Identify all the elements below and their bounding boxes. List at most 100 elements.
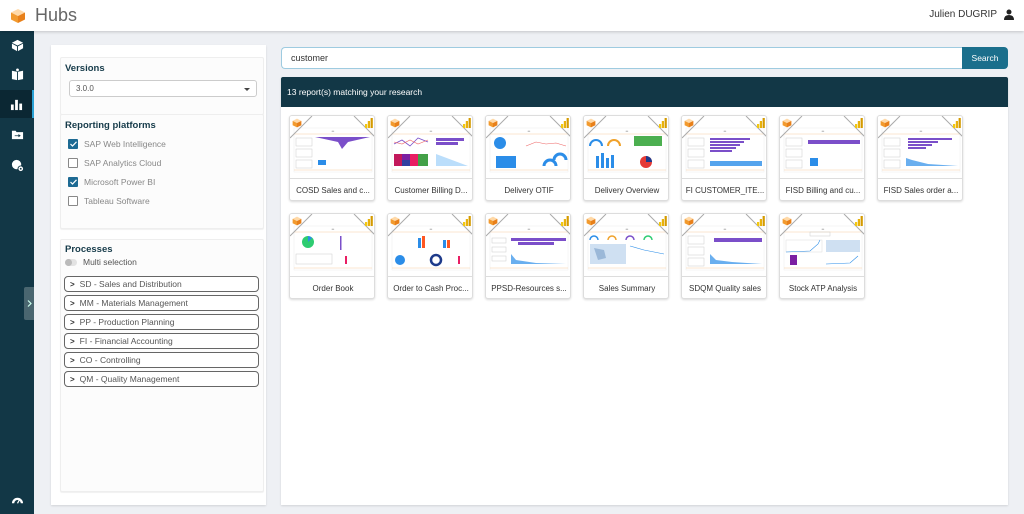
multi-selection-toggle[interactable]: Multi selection bbox=[65, 257, 137, 267]
checkbox-checked-icon[interactable] bbox=[68, 139, 78, 149]
platform-label: Microsoft Power BI bbox=[84, 177, 156, 187]
powerbi-icon bbox=[659, 216, 667, 226]
report-thumbnail[interactable]: ••• bbox=[584, 214, 668, 276]
sidebar-item-folder[interactable] bbox=[0, 120, 34, 148]
powerbi-icon bbox=[659, 118, 667, 128]
report-title[interactable]: Delivery Overview bbox=[584, 178, 668, 200]
cube-logo-icon bbox=[292, 118, 302, 128]
report-title[interactable]: FI CUSTOMER_ITE... bbox=[682, 178, 766, 200]
caret-down-icon bbox=[244, 88, 250, 91]
sidebar bbox=[0, 31, 34, 514]
toggle-switch[interactable] bbox=[65, 258, 77, 266]
report-card[interactable]: ••• Stock ATP Analysis bbox=[779, 213, 865, 299]
checkbox-checked-icon[interactable] bbox=[68, 177, 78, 187]
report-card[interactable]: ••• Delivery Overview bbox=[583, 115, 669, 201]
svg-text:•••: ••• bbox=[822, 228, 825, 231]
book-icon bbox=[11, 67, 23, 80]
report-title[interactable]: SDQM Quality sales bbox=[682, 276, 766, 298]
report-card[interactable]: ••• FISD Billing and cu... bbox=[779, 115, 865, 201]
sidebar-item-cube[interactable] bbox=[0, 31, 34, 59]
sidebar-collapse-handle[interactable] bbox=[24, 287, 34, 320]
svg-text:•••: ••• bbox=[528, 228, 531, 231]
processes-title: Processes bbox=[65, 244, 113, 255]
process-item-fi[interactable]: > FI - Financial Accounting bbox=[64, 333, 259, 349]
chevron-right-icon: > bbox=[70, 336, 75, 346]
process-label: CO - Controlling bbox=[79, 355, 141, 365]
powerbi-icon bbox=[757, 216, 765, 226]
sidebar-item-settings[interactable] bbox=[0, 151, 34, 179]
platform-checkbox-powerbi[interactable]: Microsoft Power BI bbox=[68, 177, 155, 187]
report-card[interactable]: ••• Delivery OTIF bbox=[485, 115, 571, 201]
report-title[interactable]: Stock ATP Analysis bbox=[780, 276, 864, 298]
report-thumbnail[interactable]: ••• bbox=[682, 214, 766, 276]
report-card[interactable]: ••• COSD Sales and c... bbox=[289, 115, 375, 201]
report-thumbnail[interactable]: ••• bbox=[584, 116, 668, 178]
report-thumbnail[interactable]: ••• bbox=[486, 214, 570, 276]
platforms-box: Reporting platforms SAP Web Intelligence… bbox=[60, 114, 264, 229]
process-item-pp[interactable]: > PP - Production Planning bbox=[64, 314, 259, 330]
report-thumbnail[interactable]: ••• bbox=[780, 116, 864, 178]
platform-checkbox-sac[interactable]: SAP Analytics Cloud bbox=[68, 158, 161, 168]
powerbi-icon bbox=[463, 216, 471, 226]
cube-logo-icon bbox=[292, 216, 302, 226]
report-thumbnail[interactable]: ••• bbox=[388, 116, 472, 178]
cube-logo-icon[interactable] bbox=[10, 8, 26, 24]
cube-logo-icon bbox=[782, 216, 792, 226]
report-card[interactable]: ••• Order to Cash Proc... bbox=[387, 213, 473, 299]
chevron-right-icon: > bbox=[70, 298, 75, 308]
sidebar-item-dashboard[interactable] bbox=[0, 486, 34, 514]
report-title[interactable]: Customer Billing D... bbox=[388, 178, 472, 200]
process-label: FI - Financial Accounting bbox=[79, 336, 173, 346]
report-card[interactable]: ••• Sales Summary bbox=[583, 213, 669, 299]
report-card[interactable]: ••• PPSD-Resources s... bbox=[485, 213, 571, 299]
folder-arrow-icon bbox=[11, 130, 23, 139]
report-title[interactable]: Delivery OTIF bbox=[486, 178, 570, 200]
process-item-mm[interactable]: > MM - Materials Management bbox=[64, 295, 259, 311]
platform-checkbox-webi[interactable]: SAP Web Intelligence bbox=[68, 139, 166, 149]
sidebar-item-reports[interactable] bbox=[0, 90, 34, 118]
report-thumbnail[interactable]: ••• bbox=[290, 116, 374, 178]
checkbox-unchecked-icon[interactable] bbox=[68, 158, 78, 168]
checkbox-unchecked-icon[interactable] bbox=[68, 196, 78, 206]
report-title[interactable]: Sales Summary bbox=[584, 276, 668, 298]
results-panel: 13 report(s) matching your research ••• bbox=[281, 77, 1008, 505]
cube-logo-icon bbox=[390, 118, 400, 128]
process-item-co[interactable]: > CO - Controlling bbox=[64, 352, 259, 368]
report-thumbnail[interactable]: ••• bbox=[878, 116, 962, 178]
powerbi-icon bbox=[561, 216, 569, 226]
platform-label: SAP Web Intelligence bbox=[84, 139, 166, 149]
report-title[interactable]: COSD Sales and c... bbox=[290, 178, 374, 200]
report-thumbnail[interactable]: ••• bbox=[780, 214, 864, 276]
process-label: PP - Production Planning bbox=[79, 317, 175, 327]
svg-text:•••: ••• bbox=[332, 130, 335, 133]
process-item-qm[interactable]: > QM - Quality Management bbox=[64, 371, 259, 387]
powerbi-icon bbox=[561, 118, 569, 128]
report-thumbnail[interactable]: ••• bbox=[486, 116, 570, 178]
platform-checkbox-tableau[interactable]: Tableau Software bbox=[68, 196, 150, 206]
report-thumbnail[interactable]: ••• bbox=[290, 214, 374, 276]
svg-text:•••: ••• bbox=[430, 228, 433, 231]
search-input[interactable] bbox=[281, 47, 962, 69]
report-title[interactable]: Order Book bbox=[290, 276, 374, 298]
user-menu[interactable]: Julien DUGRIP bbox=[929, 9, 1014, 20]
sidebar-item-book[interactable] bbox=[0, 60, 34, 88]
report-card[interactable]: ••• SDQM Quality sales bbox=[681, 213, 767, 299]
report-title[interactable]: PPSD-Resources s... bbox=[486, 276, 570, 298]
version-select[interactable]: 3.0.0 bbox=[69, 80, 257, 97]
report-title[interactable]: FISD Billing and cu... bbox=[780, 178, 864, 200]
powerbi-icon bbox=[365, 216, 373, 226]
process-label: MM - Materials Management bbox=[79, 298, 188, 308]
search-button[interactable]: Search bbox=[962, 47, 1008, 69]
report-thumbnail[interactable]: ••• bbox=[682, 116, 766, 178]
report-card[interactable]: ••• Customer Billing D... bbox=[387, 115, 473, 201]
report-card[interactable]: ••• FI CUSTOMER_ITE... bbox=[681, 115, 767, 201]
svg-text:•••: ••• bbox=[920, 130, 923, 133]
process-item-sd[interactable]: > SD - Sales and Distribution bbox=[64, 276, 259, 292]
report-title[interactable]: FISD Sales order a... bbox=[878, 178, 962, 200]
report-title[interactable]: Order to Cash Proc... bbox=[388, 276, 472, 298]
report-thumbnail[interactable]: ••• bbox=[388, 214, 472, 276]
platforms-title: Reporting platforms bbox=[65, 120, 156, 131]
report-card[interactable]: ••• FISD Sales order a... bbox=[877, 115, 963, 201]
report-card[interactable]: ••• Order Book bbox=[289, 213, 375, 299]
svg-text:•••: ••• bbox=[626, 130, 629, 133]
